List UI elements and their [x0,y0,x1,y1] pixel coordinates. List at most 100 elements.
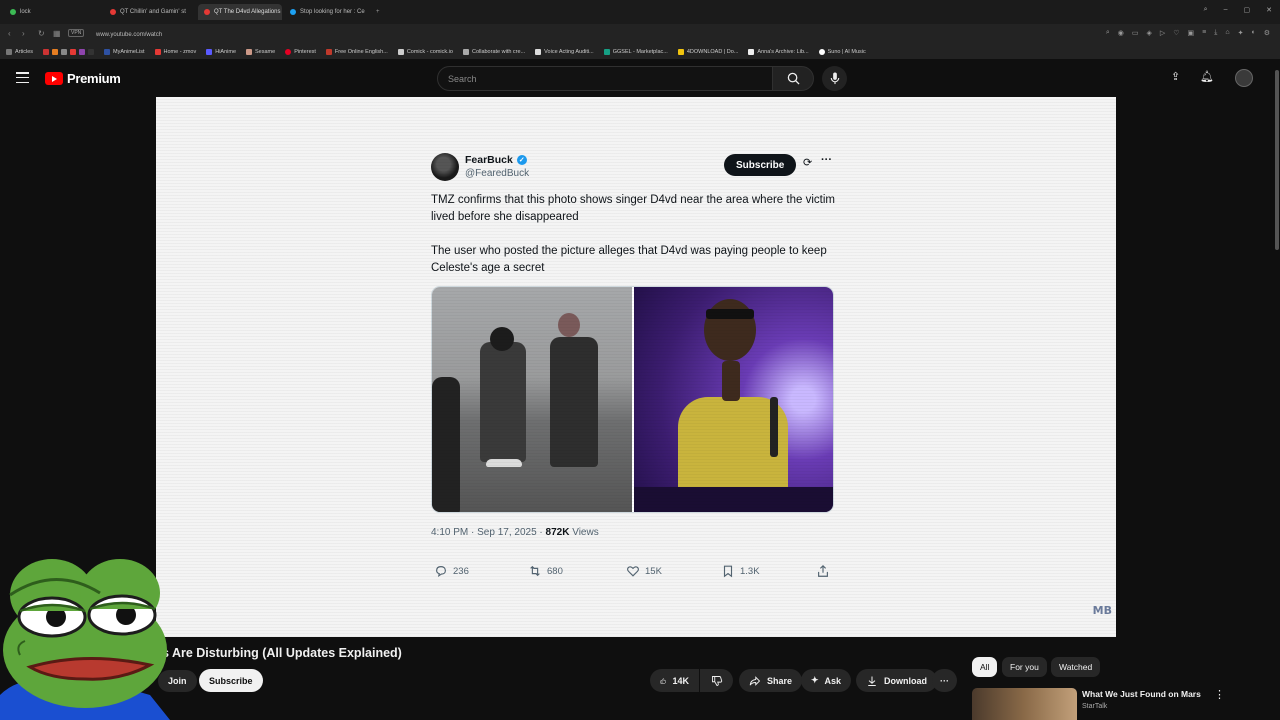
page-scrollbar[interactable] [1275,70,1279,250]
youtube-premium-logo[interactable]: Premium [45,71,121,86]
microphone-icon [830,72,839,85]
extension-icon[interactable]: ✦ [1238,29,1244,37]
bookmark-item[interactable]: GGSEL - Marketplac... [603,48,668,55]
dislike-button[interactable] [700,669,733,692]
more-actions-button[interactable]: ··· [932,669,957,692]
favicon-icon [246,48,253,55]
heart-icon [627,566,639,577]
favicon-icon[interactable] [52,48,59,55]
bookmark-item[interactable]: Collaborate with cre... [462,48,525,55]
youtube-masthead: Premium Search ⇪ 🔔︎ [0,59,1280,97]
share-label: Share [767,675,793,686]
subscribe-button[interactable]: Subscribe [199,669,263,692]
ask-button[interactable]: ✦ Ask [801,669,852,692]
bookmark-item[interactable]: Sesame [246,48,275,55]
favicon-icon [462,48,469,55]
share-button[interactable]: Share [739,669,803,692]
favicon-icon[interactable] [43,48,50,55]
bookmark-item[interactable]: Home - zmov [154,48,196,55]
folder-icon [6,48,12,55]
favicon-icon [397,48,404,55]
menu-icon[interactable]: ≡ [1202,29,1206,37]
search-input[interactable]: Search [437,66,773,91]
search-button[interactable] [772,66,814,91]
box-icon[interactable]: ▣ [1188,29,1195,37]
like-count: 15K [645,565,662,577]
video-player[interactable]: FearBuck ✓ @FearedBuck Subscribe ⟳ ··· T… [156,97,1116,637]
window-controls: ⌕ – ▢ ✕ [1204,6,1272,14]
url-field[interactable]: www.youtube.com/watch [96,28,162,41]
reload-icon[interactable]: ↻ [38,29,45,38]
zoom-icon[interactable]: ⌕ [1106,29,1110,37]
settings-icon[interactable]: ⚙ [1264,29,1270,37]
browser-tab-active[interactable]: QT The D4vd Allegations [198,4,282,20]
chip-watched[interactable]: Watched [1051,657,1101,677]
favicon-icon[interactable] [70,48,77,55]
recommended-video-thumbnail[interactable] [972,688,1077,720]
download-label: Download [884,675,927,686]
tweet-text: TMZ confirms that this photo shows singe… [431,192,841,294]
tweet-author-avatar [431,153,459,181]
tweet-author-name: FearBuck [465,154,513,166]
favicon-icon [104,48,111,55]
shield-icon[interactable]: ◈ [1146,29,1151,37]
bookmark-item[interactable]: Pinterest [285,48,316,55]
thumbs-down-icon [711,675,722,686]
thumbs-up-icon [660,677,667,684]
more-vertical-icon[interactable]: ⋮ [1214,688,1225,701]
search-icon [787,72,800,85]
bookmark-icon [723,565,733,578]
camera-icon[interactable]: ◉ [1118,29,1124,37]
hamburger-menu-icon[interactable] [16,72,29,83]
recommended-video-title[interactable]: What We Just Found on Mars [1082,689,1201,699]
upload-icon[interactable]: ⇪ [1171,70,1180,83]
bookmark-item[interactable]: HiAnime [206,48,236,55]
chip-for-you[interactable]: For you [1002,657,1047,677]
like-button[interactable]: 14K [650,669,699,692]
favicon-icon[interactable] [61,48,68,55]
close-icon[interactable]: ✕ [1266,6,1272,14]
account-avatar[interactable] [1235,69,1253,87]
tweet-views-count: 872K [545,527,570,538]
sync-icon[interactable]: ◐ [1251,29,1255,37]
bookmark-item[interactable]: Free Online English... [325,48,388,55]
lock-icon[interactable]: ⌂ [1225,29,1229,37]
pepe-frog-overlay [0,559,170,720]
chip-all[interactable]: All [972,657,998,677]
bookmark-page-icon[interactable]: ▭ [1132,29,1139,37]
minimize-icon[interactable]: – [1224,6,1228,14]
browser-tab[interactable]: QT Chillin' and Gamin' st [104,4,196,20]
forward-icon[interactable]: › [22,29,25,38]
tab-label: lock [20,9,31,15]
x-icon[interactable] [88,48,95,55]
repost-action: 680 [528,564,563,578]
bookmark-item[interactable]: MyAnimeList [104,48,145,55]
recommended-video-channel[interactable]: StarTalk [1082,703,1107,710]
download-icon[interactable]: ⤓ [1214,29,1217,37]
maximize-icon[interactable]: ▢ [1244,6,1251,14]
notifications-bell-icon[interactable]: 🔔︎ [1200,70,1214,83]
play-icon[interactable]: ▷ [1160,29,1165,37]
vpn-badge[interactable]: VPN [68,29,85,37]
extension-icons: ⌕ ◉ ▭ ◈ ▷ ♡ ▣ ≡ ⤓ ⌂ ✦ ◐ ⚙ [1106,29,1270,37]
new-tab-button[interactable]: + [370,4,382,20]
sparkle-icon: ✦ [811,675,819,685]
tabs-grid-icon[interactable]: ▦ [53,29,61,38]
bookmark-item[interactable]: Suno | AI Music [818,48,866,55]
browser-tab[interactable]: Stop looking for her : Ce [284,4,370,20]
bookmark-item[interactable]: Articles [6,48,33,55]
tweet-paragraph: The user who posted the picture alleges … [431,245,827,274]
bookmark-item[interactable]: Comick - comick.io [397,48,453,55]
favicon-icon[interactable] [79,48,86,55]
download-button[interactable]: Download [856,669,937,692]
bookmark-item[interactable]: Anna's Archive: Lib... [748,48,809,55]
browser-tab[interactable]: lock [4,4,100,20]
tab-favicon-icon [204,9,210,15]
heart-icon[interactable]: ♡ [1173,29,1179,37]
bookmark-item[interactable]: 4DOWNLOAD | Do... [677,48,738,55]
voice-search-button[interactable] [822,66,847,91]
back-icon[interactable]: ‹ [8,29,11,38]
more-options-icon: ··· [821,154,832,166]
bookmark-item[interactable]: Voice Acting Auditi... [535,48,594,55]
search-tabs-icon[interactable]: ⌕ [1204,6,1208,14]
